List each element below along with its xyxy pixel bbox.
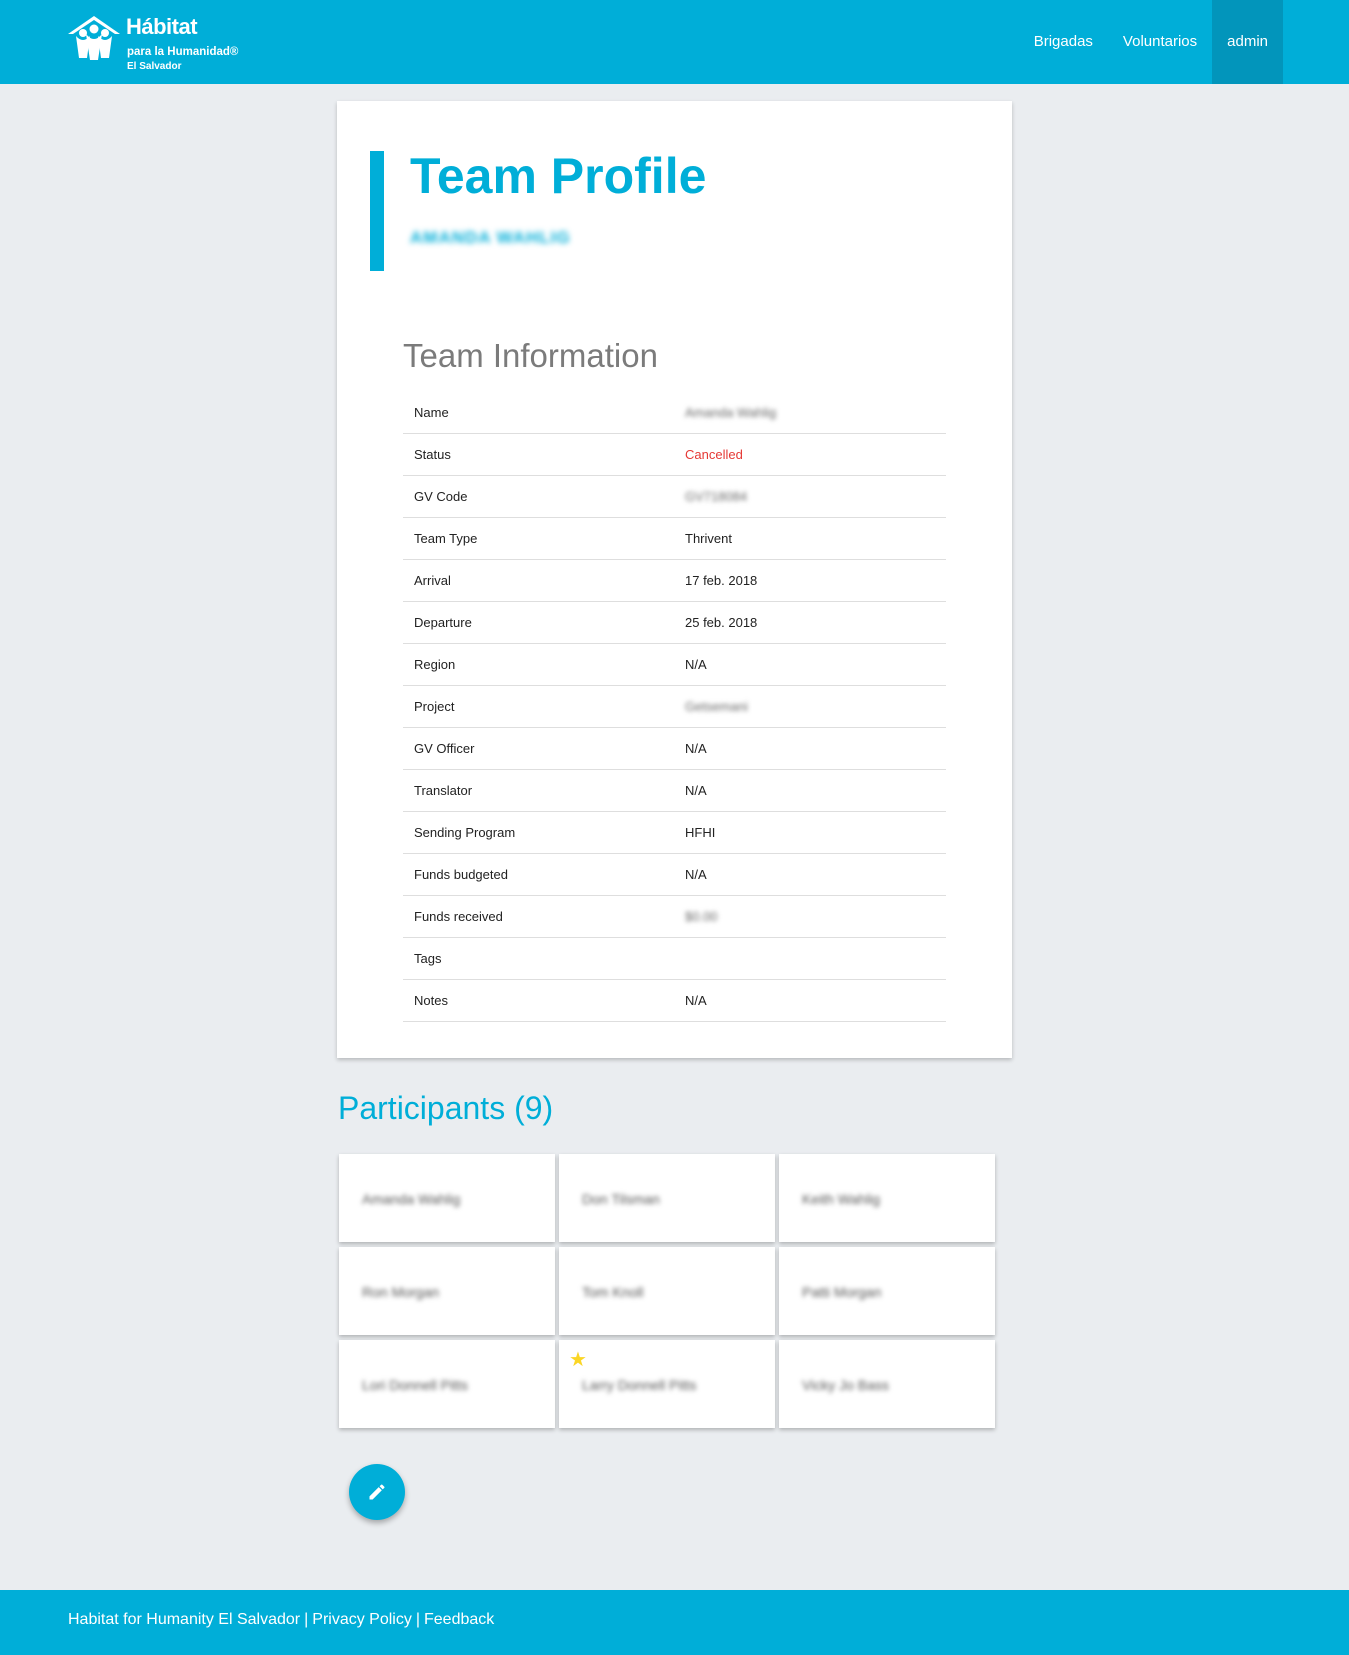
info-row-status: Status Cancelled [403,433,946,476]
info-label: Translator [403,769,674,812]
nav-item-brigadas[interactable]: Brigadas [1019,0,1108,84]
participant-card[interactable]: Lori Donnell Pitts [339,1340,555,1428]
info-value: 25 feb. 2018 [674,601,946,644]
pencil-icon [369,1484,385,1500]
info-row-funds-received: Funds received $0.00 [403,895,946,938]
info-label: Arrival [403,559,674,602]
logo-title: Hábitat [126,14,198,39]
info-value: GV718084 [674,475,946,518]
info-row-gv-code: GV Code GV718084 [403,475,946,518]
participant-card[interactable]: Keith Wahlig [779,1154,995,1242]
info-label: GV Officer [403,727,674,770]
participant-name: Tom Knoll [582,1284,644,1300]
footer-links: Habitat for Humanity El Salvador | Privacy… [68,1611,494,1629]
team-information-table: Name Amanda Wahlig Status Cancelled GV C… [403,392,946,1022]
info-row-team-type: Team Type Thrivent [403,517,946,560]
info-row-region: Region N/A [403,643,946,686]
team-leader-name: AMANDA WAHLIG [410,228,571,247]
footer: Habitat for Humanity El Salvador | Privacy… [0,1590,1349,1655]
info-row-funds-budgeted: Funds budgeted N/A [403,853,946,896]
info-row-arrival: Arrival 17 feb. 2018 [403,559,946,602]
participant-card[interactable]: Ron Morgan [339,1247,555,1335]
info-row-tags: Tags [403,937,946,980]
participants-heading: Participants (9) [338,1090,554,1126]
edit-team-button[interactable] [349,1464,405,1520]
info-value: Amanda Wahlig [674,392,946,434]
footer-separator: | [415,1611,420,1628]
info-value: HFHI [674,811,946,854]
info-row-departure: Departure 25 feb. 2018 [403,601,946,644]
habitat-logo[interactable]: Hábitat para la Humanidad® El Salvador [66,12,246,74]
participant-name: Don Tilsman [582,1191,660,1207]
participants-grid: Amanda Wahlig Don Tilsman Keith Wahlig R… [339,1154,999,1428]
info-label: Name [403,392,674,434]
info-value: N/A [674,769,946,812]
participant-name: Patti Morgan [802,1284,882,1300]
info-value: Thrivent [674,517,946,560]
info-value: 17 feb. 2018 [674,559,946,602]
nav-item-voluntarios[interactable]: Voluntarios [1108,0,1212,84]
participant-card[interactable]: Patti Morgan [779,1247,995,1335]
footer-separator: | [304,1611,309,1628]
info-label: Funds received [403,895,674,938]
title-accent-bar [370,151,384,271]
habitat-house-icon [68,16,120,60]
info-label: Departure [403,601,674,644]
participant-name: Ron Morgan [362,1284,440,1300]
info-value: N/A [674,727,946,770]
top-navbar: Hábitat para la Humanidad® El Salvador B… [0,0,1349,84]
star-icon: ★ [569,1349,587,1371]
info-row-gv-officer: GV Officer N/A [403,727,946,770]
info-value [674,937,946,980]
info-label: Funds budgeted [403,853,674,896]
participant-name: Amanda Wahlig [362,1191,461,1207]
status-value: Cancelled [674,433,946,476]
participant-card[interactable]: Tom Knoll [559,1247,775,1335]
participant-name: Lori Donnell Pitts [362,1377,468,1393]
feedback-link[interactable]: Feedback [424,1611,494,1628]
info-label: Status [403,433,674,476]
participant-card[interactable]: Don Tilsman [559,1154,775,1242]
info-value: $0.00 [674,895,946,938]
logo-subtitle: para la Humanidad® [127,46,239,58]
logo-country: El Salvador [127,61,182,72]
info-label: Notes [403,979,674,1022]
page-title: Team Profile [410,148,707,204]
info-value: N/A [674,979,946,1022]
footer-org-link[interactable]: Habitat for Humanity El Salvador [68,1611,300,1628]
info-row-sending-program: Sending Program HFHI [403,811,946,854]
main-nav: Brigadas Voluntarios admin [1019,0,1283,84]
info-label: Region [403,643,674,686]
participant-card[interactable]: Vicky Jo Bass [779,1340,995,1428]
info-value: N/A [674,643,946,686]
info-label: GV Code [403,475,674,518]
team-information-heading: Team Information [403,337,658,374]
participant-card[interactable]: Amanda Wahlig [339,1154,555,1242]
info-row-translator: Translator N/A [403,769,946,812]
info-row-name: Name Amanda Wahlig [403,392,946,434]
info-value: N/A [674,853,946,896]
info-label: Project [403,685,674,728]
participant-name: Vicky Jo Bass [802,1377,889,1393]
info-label: Tags [403,937,674,980]
info-value: Getsemani [674,685,946,728]
privacy-policy-link[interactable]: Privacy Policy [312,1611,412,1628]
info-label: Sending Program [403,811,674,854]
participant-name: Larry Donnell Pitts [582,1377,697,1393]
info-row-project: Project Getsemani [403,685,946,728]
participant-card-leader[interactable]: ★ Larry Donnell Pitts [559,1340,775,1428]
info-label: Team Type [403,517,674,560]
participant-name: Keith Wahlig [802,1191,881,1207]
info-row-notes: Notes N/A [403,979,946,1022]
nav-item-admin[interactable]: admin [1212,0,1283,84]
team-profile-card: Team Profile AMANDA WAHLIG Team Informat… [337,101,1012,1058]
